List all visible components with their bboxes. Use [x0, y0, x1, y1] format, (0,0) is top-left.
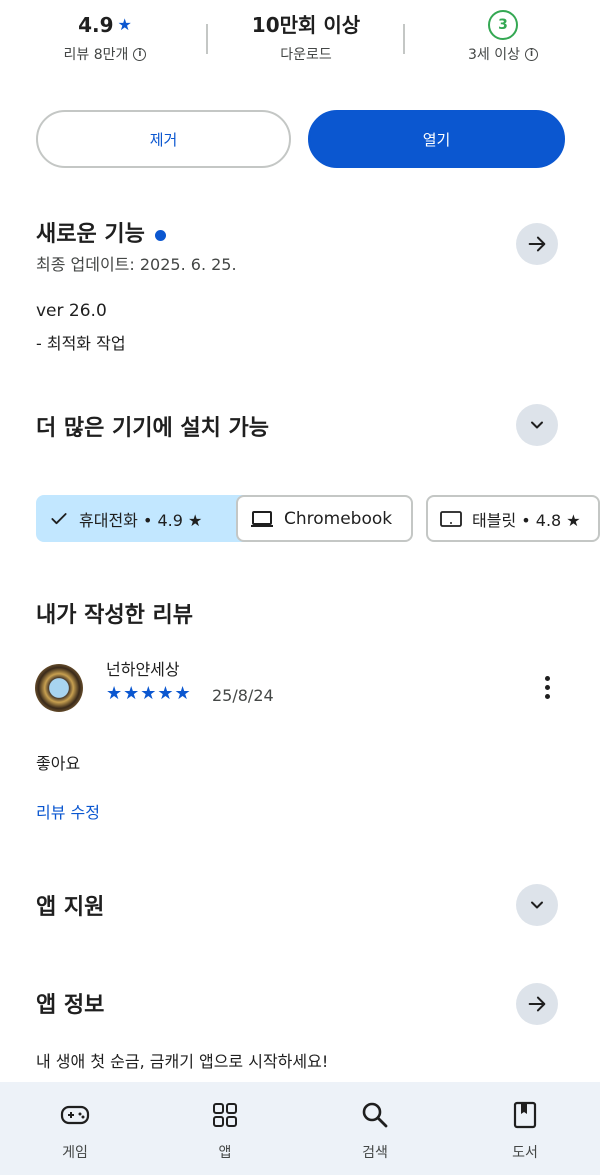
- device-chip-chromebook[interactable]: Chromebook: [236, 495, 413, 542]
- book-icon: [510, 1100, 540, 1130]
- age-rating-badge: 3: [488, 10, 518, 40]
- devices-expand-button[interactable]: [516, 404, 558, 446]
- tablet-icon: [440, 510, 462, 527]
- device-chip-phone[interactable]: 휴대전화 • 4.9 ★: [36, 495, 252, 542]
- app-support-expand-button[interactable]: [516, 884, 558, 926]
- app-stats-row: 4.9 ★ 리뷰 8만개 i 10만회 이상 다운로드 3 3세 이상 i: [0, 0, 600, 80]
- star-icon: ★: [117, 15, 132, 34]
- whats-new-title: 새로운 기능: [36, 222, 145, 247]
- downloads-stat: 10만회 이상 다운로드: [206, 10, 406, 64]
- rating-caption: 리뷰 8만개: [63, 47, 129, 63]
- search-icon: [360, 1100, 390, 1130]
- nav-item-books[interactable]: 도서: [450, 1082, 600, 1175]
- review-author: 넌하얀세상: [106, 660, 180, 679]
- review-text: 좋아요: [36, 754, 81, 773]
- app-info-title: 앱 정보: [36, 993, 105, 1018]
- age-caption: 3세 이상: [468, 47, 520, 63]
- chevron-down-icon: [531, 421, 543, 429]
- app-info-arrow-button[interactable]: [516, 983, 558, 1025]
- app-description: 내 생애 첫 순금, 금캐기 앱으로 시작하세요!: [36, 1052, 329, 1071]
- review-stars: ★★★★★: [106, 683, 192, 704]
- nav-item-apps[interactable]: 앱: [150, 1082, 300, 1175]
- bottom-navigation: 게임 앱 검색 도서: [0, 1082, 600, 1175]
- age-rating-stat[interactable]: 3 3세 이상 i: [403, 10, 600, 64]
- review-date: 25/8/24: [212, 686, 274, 705]
- arrow-right-icon: [528, 996, 546, 1012]
- chip-label: 휴대전화 • 4.9 ★: [79, 510, 203, 530]
- more-options-icon[interactable]: [543, 676, 551, 704]
- rating-value: 4.9: [78, 13, 114, 37]
- chip-label: Chromebook: [284, 508, 393, 529]
- arrow-right-icon: [528, 236, 546, 252]
- avatar: [35, 664, 83, 712]
- new-indicator-dot: [154, 229, 166, 241]
- release-notes-text: - 최적화 작업: [36, 334, 126, 353]
- nav-label: 게임: [62, 1145, 88, 1161]
- open-button[interactable]: 열기: [308, 110, 565, 168]
- gamepad-icon: [60, 1100, 90, 1130]
- whats-new-title-row[interactable]: 새로운 기능: [36, 216, 166, 248]
- nav-label: 도서: [512, 1145, 538, 1161]
- nav-label: 앱: [218, 1145, 232, 1161]
- version-text: ver 26.0: [36, 301, 107, 321]
- info-icon: i: [525, 47, 538, 61]
- last-updated-text: 최종 업데이트: 2025. 6. 25.: [36, 255, 237, 274]
- chevron-down-icon: [531, 901, 543, 909]
- app-support-title: 앱 지원: [36, 895, 105, 920]
- remove-button[interactable]: 제거: [36, 110, 291, 168]
- edit-review-link[interactable]: 리뷰 수정: [36, 799, 100, 823]
- nav-label: 검색: [362, 1145, 388, 1161]
- apps-grid-icon: [210, 1100, 240, 1130]
- devices-title: 더 많은 기기에 설치 가능: [36, 416, 270, 441]
- downloads-value: 10만회 이상: [251, 13, 361, 37]
- device-chip-tablet[interactable]: 태블릿 • 4.8 ★: [426, 495, 600, 542]
- downloads-caption: 다운로드: [280, 47, 332, 63]
- rating-stat[interactable]: 4.9 ★ 리뷰 8만개 i: [5, 10, 205, 64]
- info-icon: i: [133, 47, 147, 61]
- chip-label: 태블릿 • 4.8 ★: [472, 510, 581, 530]
- checkmark-icon: [51, 512, 67, 524]
- my-review-title: 내가 작성한 리뷰: [36, 603, 193, 628]
- nav-item-games[interactable]: 게임: [0, 1082, 150, 1175]
- nav-item-search[interactable]: 검색: [300, 1082, 450, 1175]
- laptop-icon: [251, 510, 273, 527]
- whats-new-arrow-button[interactable]: [516, 223, 558, 265]
